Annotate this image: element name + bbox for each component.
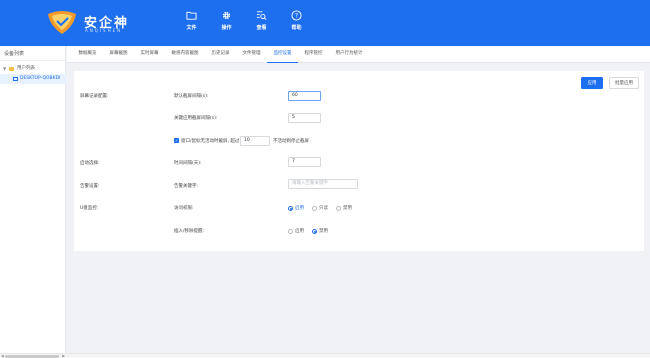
keyword-interval-label: 关键应用截屏间隔(s): [174, 116, 218, 121]
alert-keyword-label: 告警关键字: [174, 184, 199, 189]
search-list-icon [256, 11, 267, 20]
app-logo: 安企神 ANQISHEN [46, 9, 156, 37]
access-enable-label: 启用 [295, 206, 304, 211]
main-horizontal-scrollbar[interactable] [67, 353, 650, 358]
logo-subtitle: ANQISHEN [85, 28, 123, 33]
access-disable-label: 禁用 [343, 206, 352, 211]
tree-root-label: 用户列表 [17, 66, 35, 71]
svg-text:?: ? [295, 13, 298, 20]
access-permission-label: 访问权限: [174, 206, 194, 211]
tab-bar: 数据概览 屏幕截图 实时屏幕 敏感内容截图 历史记录 文件管理 监控设置 程序管… [67, 46, 650, 63]
sidebar-title: 设备列表 [0, 47, 65, 61]
device-label: DESKTOP-QOBKDI [20, 76, 61, 81]
gear-icon [222, 11, 231, 20]
tab-data-overview[interactable]: 数据概览 [72, 46, 103, 63]
inactive-suffix-label: 不活动则停止截屏 [273, 139, 309, 144]
scroll-right-icon[interactable]: ▶ [62, 354, 65, 358]
nav-help-label: 帮助 [291, 25, 302, 31]
folder-icon [186, 11, 197, 20]
folder-icon [9, 67, 14, 71]
inactive-check-label: 窗口/鼠标无活动时截屏, 超过 [181, 139, 240, 144]
insert-radio-group: 启用 禁用 [288, 228, 336, 234]
sidebar-horizontal-scrollbar[interactable]: ◀ ▶ [0, 353, 66, 358]
scroll-left-icon[interactable]: ◀ [1, 354, 4, 358]
tab-program-control[interactable]: 程序管控 [298, 46, 329, 63]
nav-operate-label: 操作 [221, 25, 232, 31]
usb-section-label: U盘监控: [80, 206, 99, 211]
insert-remove-label: 插入/移除提醒: [174, 229, 205, 234]
tab-monitor-settings[interactable]: 监控设置 [267, 46, 298, 63]
radio-on-icon [288, 205, 293, 211]
inactive-time-input[interactable]: 10 [240, 136, 270, 146]
screen-record-section-label: 屏幕记录配置: [80, 94, 109, 99]
nav-view-button[interactable]: 查看 [244, 10, 279, 38]
access-readonly-radio[interactable]: 只读 [312, 205, 328, 211]
logo-shield-icon [48, 11, 76, 34]
access-enable-radio[interactable]: 启用 [288, 205, 304, 211]
apply-button[interactable]: 应用 [581, 77, 603, 89]
insert-enable-radio[interactable]: 启用 [288, 228, 304, 234]
tab-history[interactable]: 历史记录 [205, 46, 236, 63]
radio-on-icon [312, 228, 317, 234]
time-interval-label: 时间间隔(天): [174, 161, 202, 166]
alert-keyword-input[interactable]: 请输入告警关键字 [288, 179, 358, 189]
radio-off-icon [336, 205, 341, 211]
nav-view-label: 查看 [256, 25, 267, 31]
tab-sensitive-screenshots[interactable]: 敏感内容截图 [165, 46, 205, 63]
tab-file-management[interactable]: 文件管理 [236, 46, 267, 63]
tab-screenshots[interactable]: 屏幕截图 [103, 46, 134, 63]
app-header: 安企神 ANQISHEN 文件 操作 查看 ? 帮助 [0, 0, 650, 46]
inactive-checkbox[interactable]: ✓ [174, 138, 179, 143]
tree-item-device[interactable]: DESKTOP-QOBKDI [0, 74, 66, 84]
device-sidebar: 设备列表 ▼ 用户列表 DESKTOP-QOBKDI ◀ ▶ [0, 46, 66, 358]
access-readonly-label: 只读 [319, 206, 328, 211]
tab-live-screen[interactable]: 实时屏幕 [134, 46, 165, 63]
default-interval-label: 默认截屏间隔(s): [174, 94, 209, 99]
nav-operate-button[interactable]: 操作 [209, 10, 244, 38]
alert-section-label: 告警设置: [80, 184, 100, 189]
nav-file-label: 文件 [186, 25, 197, 31]
insert-disable-label: 禁用 [319, 229, 328, 234]
insert-disable-radio[interactable]: 禁用 [312, 228, 328, 234]
tab-user-behavior-stats[interactable]: 用户行为统计 [329, 46, 369, 63]
help-icon: ? [291, 10, 302, 21]
nav-file-button[interactable]: 文件 [174, 10, 209, 38]
default-interval-input[interactable]: 60 [288, 91, 321, 101]
nav-help-button[interactable]: ? 帮助 [279, 10, 314, 38]
batch-apply-button[interactable]: 批量应用 [609, 77, 639, 89]
radio-off-icon [312, 205, 317, 211]
access-radio-group: 启用 只读 禁用 [288, 205, 360, 211]
settings-panel: 应用 批量应用 屏幕记录配置: 默认截屏间隔(s): 60 关键应用截屏间隔(s… [74, 71, 644, 251]
monitor-icon [13, 77, 18, 81]
top-nav: 文件 操作 查看 ? 帮助 [174, 10, 314, 38]
time-interval-input[interactable]: 7 [288, 157, 321, 167]
access-disable-radio[interactable]: 禁用 [336, 205, 352, 211]
insert-enable-label: 启用 [295, 229, 304, 234]
process-section-label: 启动选择: [80, 161, 100, 166]
keyword-interval-input[interactable]: 5 [288, 113, 321, 123]
tree-root-user-list[interactable]: ▼ 用户列表 [0, 64, 65, 74]
radio-off-icon [288, 228, 293, 234]
